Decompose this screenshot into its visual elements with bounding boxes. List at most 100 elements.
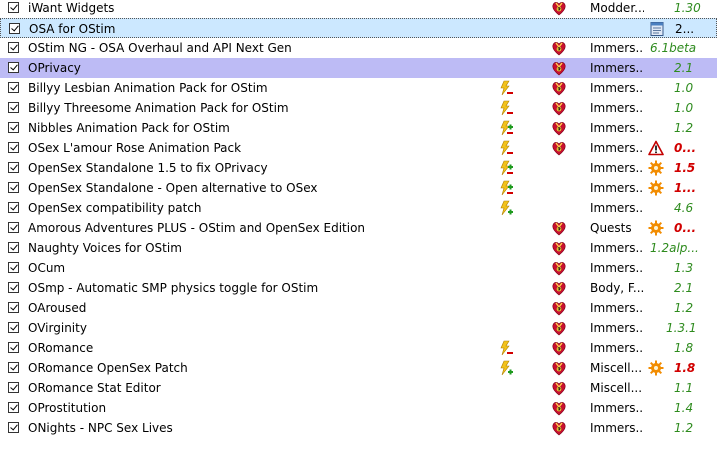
mod-enabled-checkbox[interactable] <box>8 182 19 193</box>
mod-version: 1.5 <box>674 161 696 175</box>
nexus-heart-icon <box>552 380 566 396</box>
mod-enabled-checkbox[interactable] <box>8 42 19 53</box>
conflict-overwritten-icon <box>498 140 514 156</box>
mod-category: Immers... <box>590 421 644 435</box>
nexus-heart-icon <box>552 80 566 96</box>
conflict-overwritten-icon <box>498 340 514 356</box>
mod-row[interactable] <box>0 438 717 458</box>
mod-version: 1.0 <box>674 81 694 95</box>
gear-icon <box>648 160 664 176</box>
mod-name: iWant Widgets <box>28 1 115 15</box>
mod-row[interactable]: Billyy Threesome Animation Pack for OSti… <box>0 98 717 118</box>
nexus-heart-icon <box>552 120 566 136</box>
mod-enabled-checkbox[interactable] <box>8 202 19 213</box>
mod-category: Body, F... <box>590 281 644 295</box>
mod-row[interactable]: OAroused Immers... 1.2 <box>0 298 717 318</box>
mod-name: OAroused <box>28 301 87 315</box>
mod-name: ONights - NPC Sex Lives <box>28 421 173 435</box>
mod-row[interactable]: Billyy Lesbian Animation Pack for OStim I… <box>0 78 717 98</box>
mod-version: 6.1beta <box>650 41 697 55</box>
mod-enabled-checkbox[interactable] <box>8 422 19 433</box>
mod-enabled-checkbox[interactable] <box>8 382 19 393</box>
mod-category: Immers... <box>590 401 644 415</box>
mod-row[interactable]: Naughty Voices for OStim Immers... 1.2alp.… <box>0 238 717 258</box>
mod-enabled-checkbox[interactable] <box>8 302 19 313</box>
nexus-heart-icon <box>552 340 566 356</box>
mod-row[interactable]: OSmp - Automatic SMP physics toggle for … <box>0 278 717 298</box>
mod-enabled-checkbox[interactable] <box>8 322 19 333</box>
mod-row[interactable]: OStim NG - OSA Overhaul and API Next Gen… <box>0 38 717 58</box>
mod-enabled-checkbox[interactable] <box>8 242 19 253</box>
mod-category: Immers... <box>590 181 644 195</box>
mod-category: Immers... <box>590 101 644 115</box>
mod-row[interactable]: ORomance OpenSex Patch Miscell... 1.8 <box>0 358 717 378</box>
mod-row[interactable]: OCum Immers... 1.3 <box>0 258 717 278</box>
nexus-heart-icon <box>552 0 566 16</box>
notes-icon <box>649 21 665 37</box>
mod-name: ORomance OpenSex Patch <box>28 361 188 375</box>
mod-category: Immers... <box>590 161 644 175</box>
mod-row[interactable]: Nibbles Animation Pack for OStim Immers..… <box>0 118 717 138</box>
mod-name: OPrivacy <box>28 61 81 75</box>
mod-row[interactable]: OpenSex Standalone - Open alternative to… <box>0 178 717 198</box>
mod-enabled-checkbox[interactable] <box>8 282 19 293</box>
nexus-heart-icon <box>552 400 566 416</box>
mod-category: Immers... <box>590 61 644 75</box>
mod-name: Billyy Lesbian Animation Pack for OStim <box>28 81 268 95</box>
mod-row[interactable]: OPrivacy Immers... 2.1 <box>0 58 717 78</box>
conflict-mixed-icon <box>498 120 514 136</box>
mod-version: 1.2 <box>674 301 694 315</box>
mod-enabled-checkbox[interactable] <box>8 362 19 373</box>
mod-enabled-checkbox[interactable] <box>8 222 19 233</box>
mod-version: 4.6 <box>674 201 694 215</box>
mod-row[interactable]: ORomance Stat Editor Miscell... 1.1 <box>0 378 717 398</box>
mod-name: OProstitution <box>28 401 107 415</box>
mod-row[interactable]: OpenSex compatibility patch Immers... 4.6 <box>0 198 717 218</box>
mod-row[interactable]: iWant Widgets Modder... 1.30 <box>0 0 717 18</box>
nexus-heart-icon <box>552 240 566 256</box>
mod-row[interactable]: OSex L'amour Rose Animation Pack Immers..… <box>0 138 717 158</box>
mod-category: Quests <box>590 221 632 235</box>
mod-name: Nibbles Animation Pack for OStim <box>28 121 230 135</box>
mod-name: ORomance Stat Editor <box>28 381 161 395</box>
mod-enabled-checkbox[interactable] <box>8 102 19 113</box>
nexus-heart-icon <box>552 300 566 316</box>
mod-enabled-checkbox[interactable] <box>8 82 19 93</box>
mod-version: 2.1 <box>674 281 694 295</box>
mod-list[interactable]: iWant Widgets Modder... 1.30 OSA for OStim 2… <box>0 0 717 458</box>
mod-name: OpenSex Standalone 1.5 to fix OPrivacy <box>28 161 268 175</box>
mod-name: Naughty Voices for OStim <box>28 241 182 255</box>
mod-row[interactable]: OVirginity Immers... 1.3.1 <box>0 318 717 338</box>
mod-row[interactable]: ONights - NPC Sex Lives Immers... 1.2 <box>0 418 717 438</box>
conflict-mixed-icon <box>498 160 514 176</box>
mod-enabled-checkbox[interactable] <box>9 23 20 34</box>
mod-version: 0... <box>674 141 697 155</box>
mod-enabled-checkbox[interactable] <box>8 142 19 153</box>
mod-category: Miscell... <box>590 361 643 375</box>
mod-enabled-checkbox[interactable] <box>8 122 19 133</box>
mod-enabled-checkbox[interactable] <box>8 162 19 173</box>
mod-category: Immers... <box>590 121 644 135</box>
mod-enabled-checkbox[interactable] <box>8 262 19 273</box>
mod-enabled-checkbox[interactable] <box>8 342 19 353</box>
mod-name: OpenSex Standalone - Open alternative to… <box>28 181 318 195</box>
mod-row[interactable]: OProstitution Immers... 1.4 <box>0 398 717 418</box>
mod-enabled-checkbox[interactable] <box>8 2 19 13</box>
mod-row[interactable]: OpenSex Standalone 1.5 to fix OPrivacy Im… <box>0 158 717 178</box>
mod-name: OVirginity <box>28 321 87 335</box>
mod-enabled-checkbox[interactable] <box>8 402 19 413</box>
nexus-heart-icon <box>552 100 566 116</box>
conflict-overwrites-icon <box>498 360 514 376</box>
mod-version: 1... <box>674 181 697 195</box>
mod-row[interactable]: Amorous Adventures PLUS - OStim and Open… <box>0 218 717 238</box>
mod-row[interactable]: ORomance Immers... 1.8 <box>0 338 717 358</box>
mod-row[interactable]: OSA for OStim 2... <box>0 18 717 38</box>
mod-enabled-checkbox[interactable] <box>8 62 19 73</box>
mod-name: OSmp - Automatic SMP physics toggle for … <box>28 281 319 295</box>
conflict-overwritten-icon <box>498 100 514 116</box>
mod-category: Immers... <box>590 41 644 55</box>
mod-category: Miscell... <box>590 381 643 395</box>
mod-category: Immers... <box>590 81 644 95</box>
warning-icon <box>648 140 664 156</box>
conflict-overwritten-icon <box>498 80 514 96</box>
